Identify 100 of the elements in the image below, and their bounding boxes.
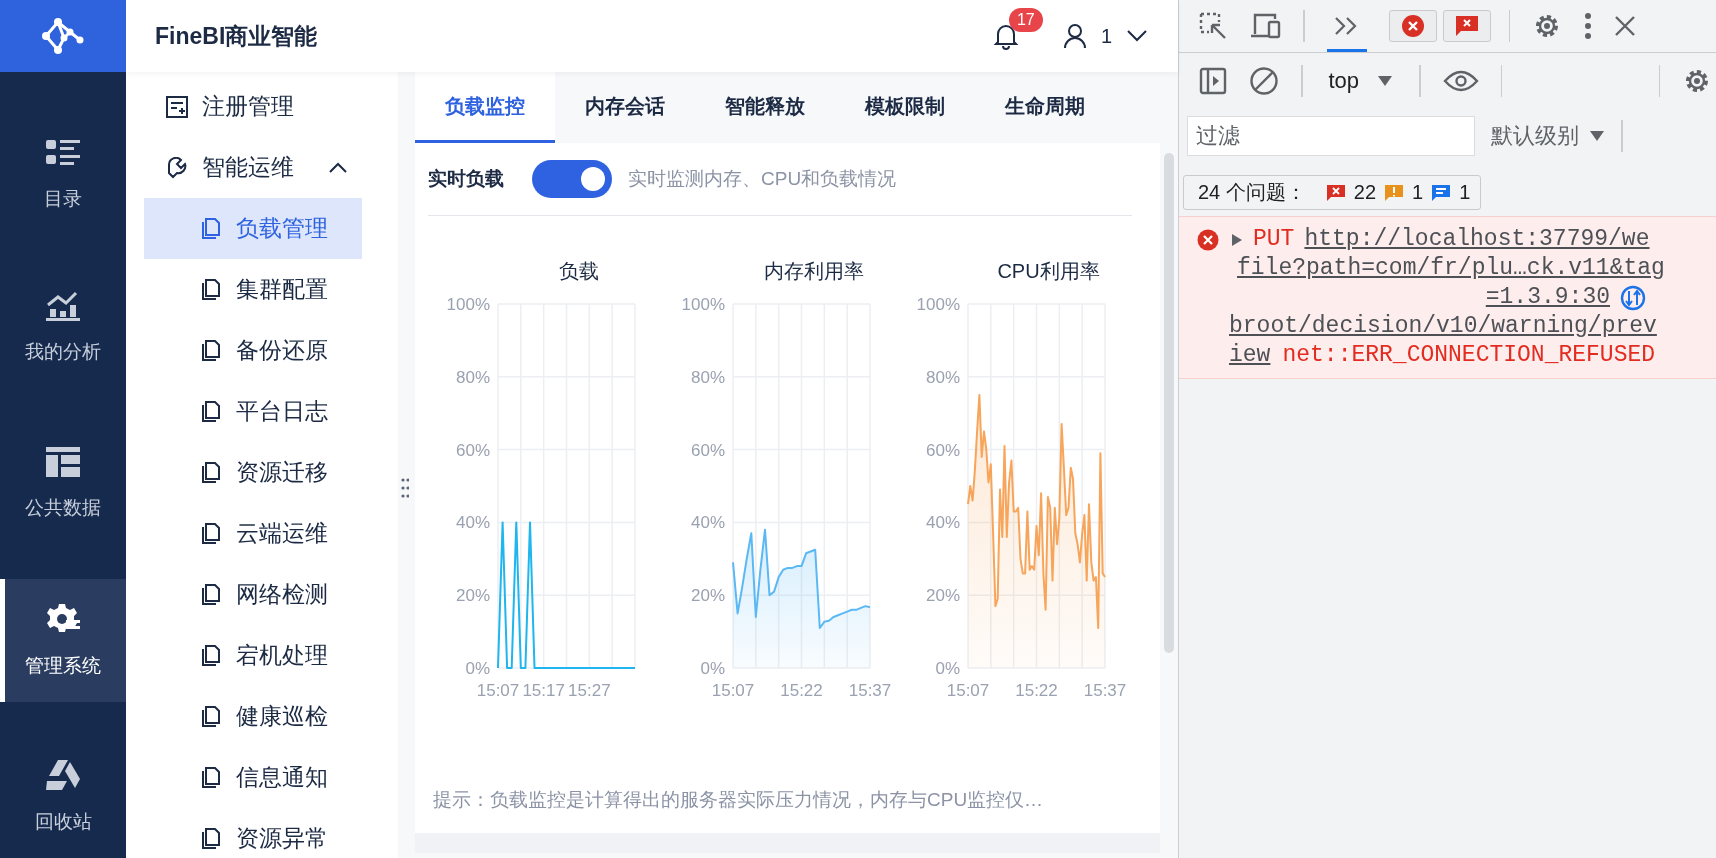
axis-label: 100% bbox=[681, 295, 725, 314]
chevron-down-icon bbox=[1126, 29, 1148, 43]
sidebar-item[interactable]: 备份还原 bbox=[144, 320, 362, 381]
issues-button[interactable]: 24 个问题： 22 1 1 bbox=[1183, 175, 1482, 210]
axis-label: 15:37 bbox=[1083, 681, 1127, 700]
scrollbar-thumb[interactable] bbox=[1164, 153, 1174, 653]
more-options-icon[interactable] bbox=[1584, 13, 1592, 39]
chart-title: CPU利用率 bbox=[996, 259, 1101, 284]
axis-label: 15:22 bbox=[1015, 681, 1058, 700]
filter-field[interactable]: 过滤 bbox=[1187, 116, 1475, 156]
url-link[interactable]: iew bbox=[1229, 341, 1271, 370]
log-level-dropdown[interactable]: 默认级别 bbox=[1491, 121, 1605, 151]
source-link[interactable]: file?path=com/fr/plu…ck.v11&tag bbox=[1237, 254, 1665, 283]
inspect-icon[interactable] bbox=[1199, 12, 1227, 40]
axis-label: 80% bbox=[690, 367, 725, 387]
logo-icon bbox=[40, 15, 86, 56]
nav-item[interactable]: 我的分析 bbox=[0, 266, 126, 390]
nav-item[interactable]: 目录 bbox=[0, 117, 126, 233]
realtime-label: 实时负载 bbox=[428, 167, 504, 191]
toggle-switch[interactable] bbox=[532, 160, 612, 198]
axis-label: 100% bbox=[916, 295, 960, 314]
axis-label: 60% bbox=[690, 440, 725, 460]
error-text: net::ERR_CONNECTION_REFUSED bbox=[1282, 341, 1656, 370]
axis-label: 60% bbox=[455, 440, 490, 460]
eye-icon[interactable] bbox=[1442, 69, 1479, 93]
flag-icon bbox=[1454, 15, 1479, 37]
sidebar-item[interactable]: 云端运维 bbox=[144, 503, 362, 564]
page-icon bbox=[200, 217, 222, 240]
clear-icon[interactable] bbox=[1249, 66, 1279, 96]
sidebar-item[interactable]: 平台日志 bbox=[144, 381, 362, 442]
sidebar-item[interactable]: 集群配置 bbox=[144, 259, 362, 320]
caret-icon bbox=[1589, 130, 1605, 142]
axis-label: 40% bbox=[925, 513, 960, 533]
url-link[interactable]: http://localhost:37799/we bbox=[1304, 225, 1650, 254]
sidebar-item[interactable]: 宕机处理 bbox=[144, 625, 362, 686]
error-icon bbox=[1197, 229, 1219, 251]
tab[interactable]: 生命周期 bbox=[975, 72, 1115, 143]
nav-item[interactable]: 管理系统 bbox=[0, 579, 126, 702]
axis-label: 15:17 bbox=[522, 681, 565, 700]
triangle-icon bbox=[45, 758, 81, 791]
message-flag-icon bbox=[1431, 183, 1452, 202]
axis-label: 40% bbox=[690, 513, 725, 533]
notification-badge: 17 bbox=[1008, 8, 1043, 32]
error-count-button[interactable] bbox=[1388, 10, 1437, 42]
sidebar-item[interactable]: 健康巡检 bbox=[144, 686, 362, 747]
axis-label: 20% bbox=[455, 586, 490, 606]
chart-title: 内存利用率 bbox=[762, 259, 865, 284]
axis-label: 15:07 bbox=[476, 681, 520, 700]
nav-item[interactable]: 回收站 bbox=[0, 735, 126, 858]
page-icon bbox=[200, 278, 222, 301]
axis-label: 0% bbox=[700, 659, 725, 678]
axis-label: 20% bbox=[690, 586, 725, 606]
axis-label: 80% bbox=[455, 367, 490, 387]
chart-icon bbox=[46, 291, 80, 322]
close-icon[interactable] bbox=[1614, 15, 1636, 37]
url-link[interactable]: broot/decision/v10/warning/prev bbox=[1229, 312, 1657, 341]
gear-icon bbox=[46, 602, 80, 635]
axis-label: 15:22 bbox=[780, 681, 823, 700]
page-icon bbox=[200, 705, 222, 728]
page-icon bbox=[200, 827, 222, 850]
tab[interactable]: 负载监控 bbox=[415, 72, 555, 143]
axis-label: 15:07 bbox=[946, 681, 990, 700]
sidebar-item[interactable]: 资源异常 bbox=[144, 808, 362, 858]
axis-label: 15:07 bbox=[711, 681, 755, 700]
tab[interactable]: 模板限制 bbox=[835, 72, 975, 143]
sidebar-item[interactable]: 负载管理 bbox=[144, 198, 362, 259]
nav-item[interactable]: 公共数据 bbox=[0, 423, 126, 546]
page-icon bbox=[200, 522, 222, 545]
tip-text: 提示：负载监控是计算得出的服务器实际压力情况，内存与CPU监控仅… bbox=[432, 788, 1045, 812]
tab[interactable]: 内存会话 bbox=[555, 72, 695, 143]
drag-handle-icon[interactable] bbox=[401, 477, 409, 499]
axis-label: 0% bbox=[465, 659, 490, 678]
page-icon bbox=[200, 583, 222, 606]
page-icon bbox=[200, 339, 222, 362]
sidebar-item[interactable]: 网络检测 bbox=[144, 564, 362, 625]
wrench-icon bbox=[166, 156, 188, 179]
caret-icon bbox=[1377, 75, 1394, 87]
expand-triangle-icon[interactable] bbox=[1231, 232, 1243, 247]
user-menu[interactable]: 1 bbox=[1062, 23, 1148, 49]
chevron-up-icon[interactable] bbox=[328, 161, 348, 174]
warning-flag-icon bbox=[1384, 183, 1405, 202]
network-icon[interactable] bbox=[1620, 284, 1646, 311]
chart-title: 负载 bbox=[557, 259, 600, 284]
device-icon[interactable] bbox=[1249, 12, 1281, 40]
user-icon bbox=[1062, 23, 1087, 49]
form-icon bbox=[166, 95, 188, 118]
sidebar-item[interactable]: 智能运维 bbox=[126, 137, 398, 198]
source-link[interactable]: =1.3.9:30 bbox=[1485, 283, 1610, 312]
sidebar-item[interactable]: 信息通知 bbox=[144, 747, 362, 808]
bell-icon[interactable] bbox=[992, 22, 1019, 50]
request-method: PUT bbox=[1253, 225, 1295, 254]
tab[interactable]: 智能释放 bbox=[695, 72, 835, 143]
axis-label: 40% bbox=[455, 513, 490, 533]
page-icon bbox=[200, 644, 222, 667]
sidebar-item[interactable]: 资源迁移 bbox=[144, 442, 362, 503]
sidebar-toggle-icon[interactable] bbox=[1199, 67, 1227, 95]
logo[interactable] bbox=[0, 0, 126, 72]
issues-button[interactable] bbox=[1442, 10, 1491, 42]
sidebar-item[interactable]: 注册管理 bbox=[126, 76, 398, 137]
context-dropdown[interactable]: top bbox=[1324, 68, 1398, 94]
